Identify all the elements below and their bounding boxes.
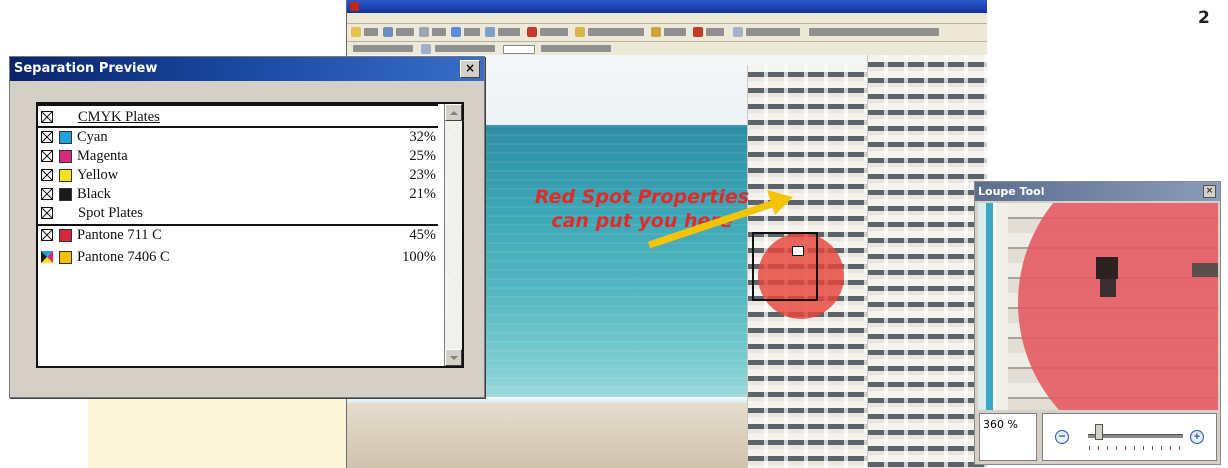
magnified-window — [1100, 279, 1116, 297]
advanced-editing-icon[interactable] — [733, 27, 743, 37]
zoom-in-icon[interactable]: + — [1190, 430, 1204, 444]
checkbox-x[interactable] — [41, 229, 53, 241]
email-icon[interactable] — [451, 27, 461, 37]
plate-name: Cyan — [77, 129, 108, 145]
plate-group-label: CMYK Plates — [78, 109, 160, 125]
toolbar-button[interactable] — [746, 28, 800, 36]
acrobat-titlebar — [347, 0, 987, 13]
magenta-swatch — [59, 150, 72, 163]
checkbox-x[interactable] — [41, 150, 53, 162]
plate-coverage: 25% — [409, 148, 436, 164]
save-icon[interactable] — [383, 27, 393, 37]
black-swatch — [59, 188, 72, 201]
plate-coverage: 100% — [402, 249, 436, 265]
toolbar-button[interactable] — [809, 28, 939, 36]
plate-name: Yellow — [77, 167, 119, 183]
pan-channel-icon[interactable] — [41, 251, 53, 263]
toolbar-button[interactable] — [541, 45, 611, 52]
plates-list: CMYK Plates Cyan 32% Magenta 25% Yellow … — [36, 102, 464, 368]
list-item-magenta[interactable]: Magenta 25% — [40, 147, 438, 166]
search-icon[interactable] — [485, 27, 495, 37]
magnified-window — [1096, 257, 1118, 279]
plate-coverage: 23% — [409, 167, 436, 183]
plate-coverage: 32% — [409, 129, 436, 145]
scroll-up-button[interactable] — [445, 104, 462, 121]
checkbox-x[interactable] — [41, 111, 53, 123]
checkbox-x[interactable] — [41, 207, 53, 219]
zoom-slider-ticks — [1089, 446, 1184, 450]
pantone-711c-swatch — [59, 229, 72, 242]
yellow-swatch — [59, 169, 72, 182]
plate-name: Pantone 711 C — [77, 227, 162, 243]
checkbox-x[interactable] — [41, 131, 53, 143]
toolbar-button[interactable] — [364, 28, 378, 36]
close-icon[interactable]: × — [460, 60, 480, 78]
toolbar-button[interactable] — [435, 45, 495, 52]
chevron-down-icon — [450, 356, 458, 360]
toolbar-button[interactable] — [664, 28, 686, 36]
sign-icon[interactable] — [693, 27, 703, 37]
checkbox-x[interactable] — [41, 169, 53, 181]
review-icon[interactable] — [575, 27, 585, 37]
pantone-7406c-swatch — [59, 251, 72, 264]
loupe-tool-title: Loupe Tool — [978, 185, 1045, 198]
magnified-red-spot — [1018, 203, 1218, 410]
toolbar-button[interactable] — [706, 28, 724, 36]
loupe-magnified-view — [978, 203, 1218, 410]
plate-coverage: 45% — [409, 227, 436, 243]
zoom-icon[interactable] — [421, 44, 431, 54]
zoom-out-icon[interactable]: − — [1055, 430, 1069, 444]
loupe-tool-titlebar: Loupe Tool × — [975, 182, 1220, 201]
zoom-level-field[interactable]: 360 % — [979, 413, 1037, 461]
checkbox-x[interactable] — [41, 188, 53, 200]
toolbar-button[interactable] — [353, 45, 413, 52]
secure-icon[interactable] — [651, 27, 661, 37]
zoom-field[interactable] — [503, 45, 535, 54]
toolbar-button[interactable] — [540, 28, 568, 36]
toolbar-button[interactable] — [498, 28, 520, 36]
acrobat-menubar — [347, 13, 987, 24]
list-item-yellow[interactable]: Yellow 23% — [40, 166, 438, 185]
open-icon[interactable] — [351, 27, 361, 37]
plate-name: Black — [77, 186, 111, 202]
toolbar-button[interactable] — [588, 28, 644, 36]
separation-preview-title: Separation Preview — [14, 61, 158, 76]
list-item-cyan[interactable]: Cyan 32% — [40, 128, 438, 147]
create-pdf-icon[interactable] — [527, 27, 537, 37]
separation-preview-titlebar: Separation Preview × — [10, 57, 484, 81]
list-item-spot-plates[interactable]: Spot Plates — [40, 204, 438, 223]
page-number: 2 — [1198, 8, 1210, 28]
list-divider — [38, 104, 438, 106]
separation-preview-dialog: Separation Preview × CMYK Plates Cyan 32… — [9, 56, 485, 398]
toolbar-button[interactable] — [432, 28, 446, 36]
plate-name: Magenta — [77, 148, 128, 164]
paper-background — [88, 386, 346, 468]
loupe-tool-panel: Loupe Tool × 360 % − + — [974, 181, 1221, 465]
toolbar-button[interactable] — [464, 28, 480, 36]
close-icon[interactable]: × — [1203, 185, 1216, 198]
loupe-controls: 360 % − + — [975, 410, 1220, 464]
list-item-pantone-711c[interactable]: Pantone 711 C 45% — [40, 226, 438, 245]
print-icon[interactable] — [419, 27, 429, 37]
plate-coverage: 21% — [409, 186, 436, 202]
list-item-cmyk-plates[interactable]: CMYK Plates — [40, 108, 438, 127]
scroll-down-button[interactable] — [445, 349, 462, 366]
magnified-window — [1192, 263, 1218, 277]
list-item-pantone-7406c[interactable]: Pantone 7406 C 100% — [40, 248, 438, 267]
plate-name: Pantone 7406 C — [77, 249, 170, 265]
list-scrollbar[interactable] — [444, 104, 462, 366]
acrobat-toolbar — [347, 24, 987, 42]
plate-group-label: Spot Plates — [78, 205, 143, 221]
acrobat-app-icon — [350, 2, 359, 11]
zoom-slider-thumb[interactable] — [1095, 424, 1104, 440]
list-item-black[interactable]: Black 21% — [40, 185, 438, 204]
chevron-up-icon — [450, 111, 458, 115]
cyan-swatch — [59, 131, 72, 144]
arrow-shaft — [647, 199, 777, 249]
zoom-slider-panel: − + — [1042, 413, 1217, 461]
toolbar-button[interactable] — [396, 28, 414, 36]
